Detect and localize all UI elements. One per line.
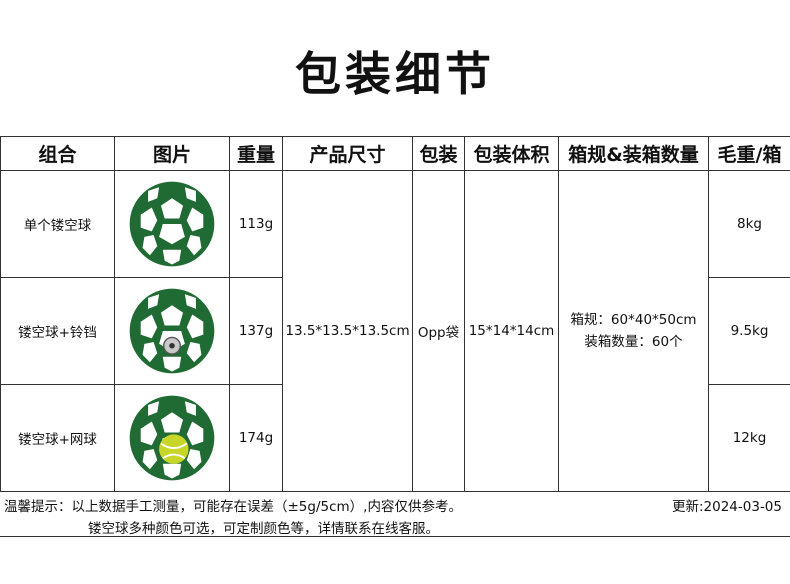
- carton-spec: 箱规：60*40*50cm 装箱数量：60个: [558, 170, 709, 492]
- row-weight: 137g: [229, 277, 283, 385]
- header-row: 组合 图片 重量 产品尺寸 包装 包装体积 箱规&装箱数量 毛重/箱: [0, 136, 790, 171]
- hollow-ball-icon: [129, 181, 215, 267]
- page-title: 包装细节: [295, 47, 495, 101]
- row-image-cell: [114, 384, 230, 492]
- row-name: 镂空球+铃铛: [0, 277, 115, 385]
- hollow-ball-with-tennis-ball-icon: [129, 395, 215, 481]
- color-options-note: 镂空球多种颜色可选，可定制颜色等，详情联系在线客服。: [88, 521, 439, 537]
- row-name: 镂空球+网球: [0, 384, 115, 492]
- row-weight: 174g: [229, 384, 283, 492]
- carton-size: 箱规：60*40*50cm: [570, 312, 697, 328]
- row-name: 单个镂空球: [0, 170, 115, 278]
- product-size: 13.5*13.5*13.5cm: [282, 170, 413, 492]
- row-gross-weight: 9.5kg: [708, 277, 790, 385]
- row-weight: 113g: [229, 170, 283, 278]
- header-weight: 重量: [229, 136, 283, 171]
- header-package: 包装: [412, 136, 465, 171]
- header-product-size: 产品尺寸: [282, 136, 413, 171]
- header-carton-spec: 箱规&装箱数量: [558, 136, 709, 171]
- row-image-cell: [114, 277, 230, 385]
- packaging-spec-table: 组合 图片 重量 产品尺寸 包装 包装体积 箱规&装箱数量 毛重/箱 单个镂空球…: [0, 136, 790, 492]
- update-date: 更新:2024-03-05: [671, 499, 782, 515]
- carton-quantity: 装箱数量：60个: [584, 334, 683, 350]
- table-row: 单个镂空球 113g 13.5*13.5*13.5cm Opp袋 15*14*1…: [0, 170, 790, 492]
- row-gross-weight: 12kg: [708, 384, 790, 492]
- header-image: 图片: [114, 136, 230, 171]
- package-type: Opp袋: [412, 170, 465, 492]
- hollow-ball-with-bell-icon: [129, 288, 215, 374]
- header-package-volume: 包装体积: [464, 136, 559, 171]
- row-gross-weight: 8kg: [708, 170, 790, 278]
- row-image-cell: [114, 170, 230, 278]
- package-volume: 15*14*14cm: [464, 170, 559, 492]
- header-combination: 组合: [0, 136, 115, 171]
- notes-section: 温馨提示：以上数据手工测量，可能存在误差（±5g/5cm）,内容仅供参考。 更新…: [0, 490, 790, 537]
- header-gross-weight: 毛重/箱: [708, 136, 790, 171]
- measurement-disclaimer: 温馨提示：以上数据手工测量，可能存在误差（±5g/5cm）,内容仅供参考。: [4, 499, 462, 515]
